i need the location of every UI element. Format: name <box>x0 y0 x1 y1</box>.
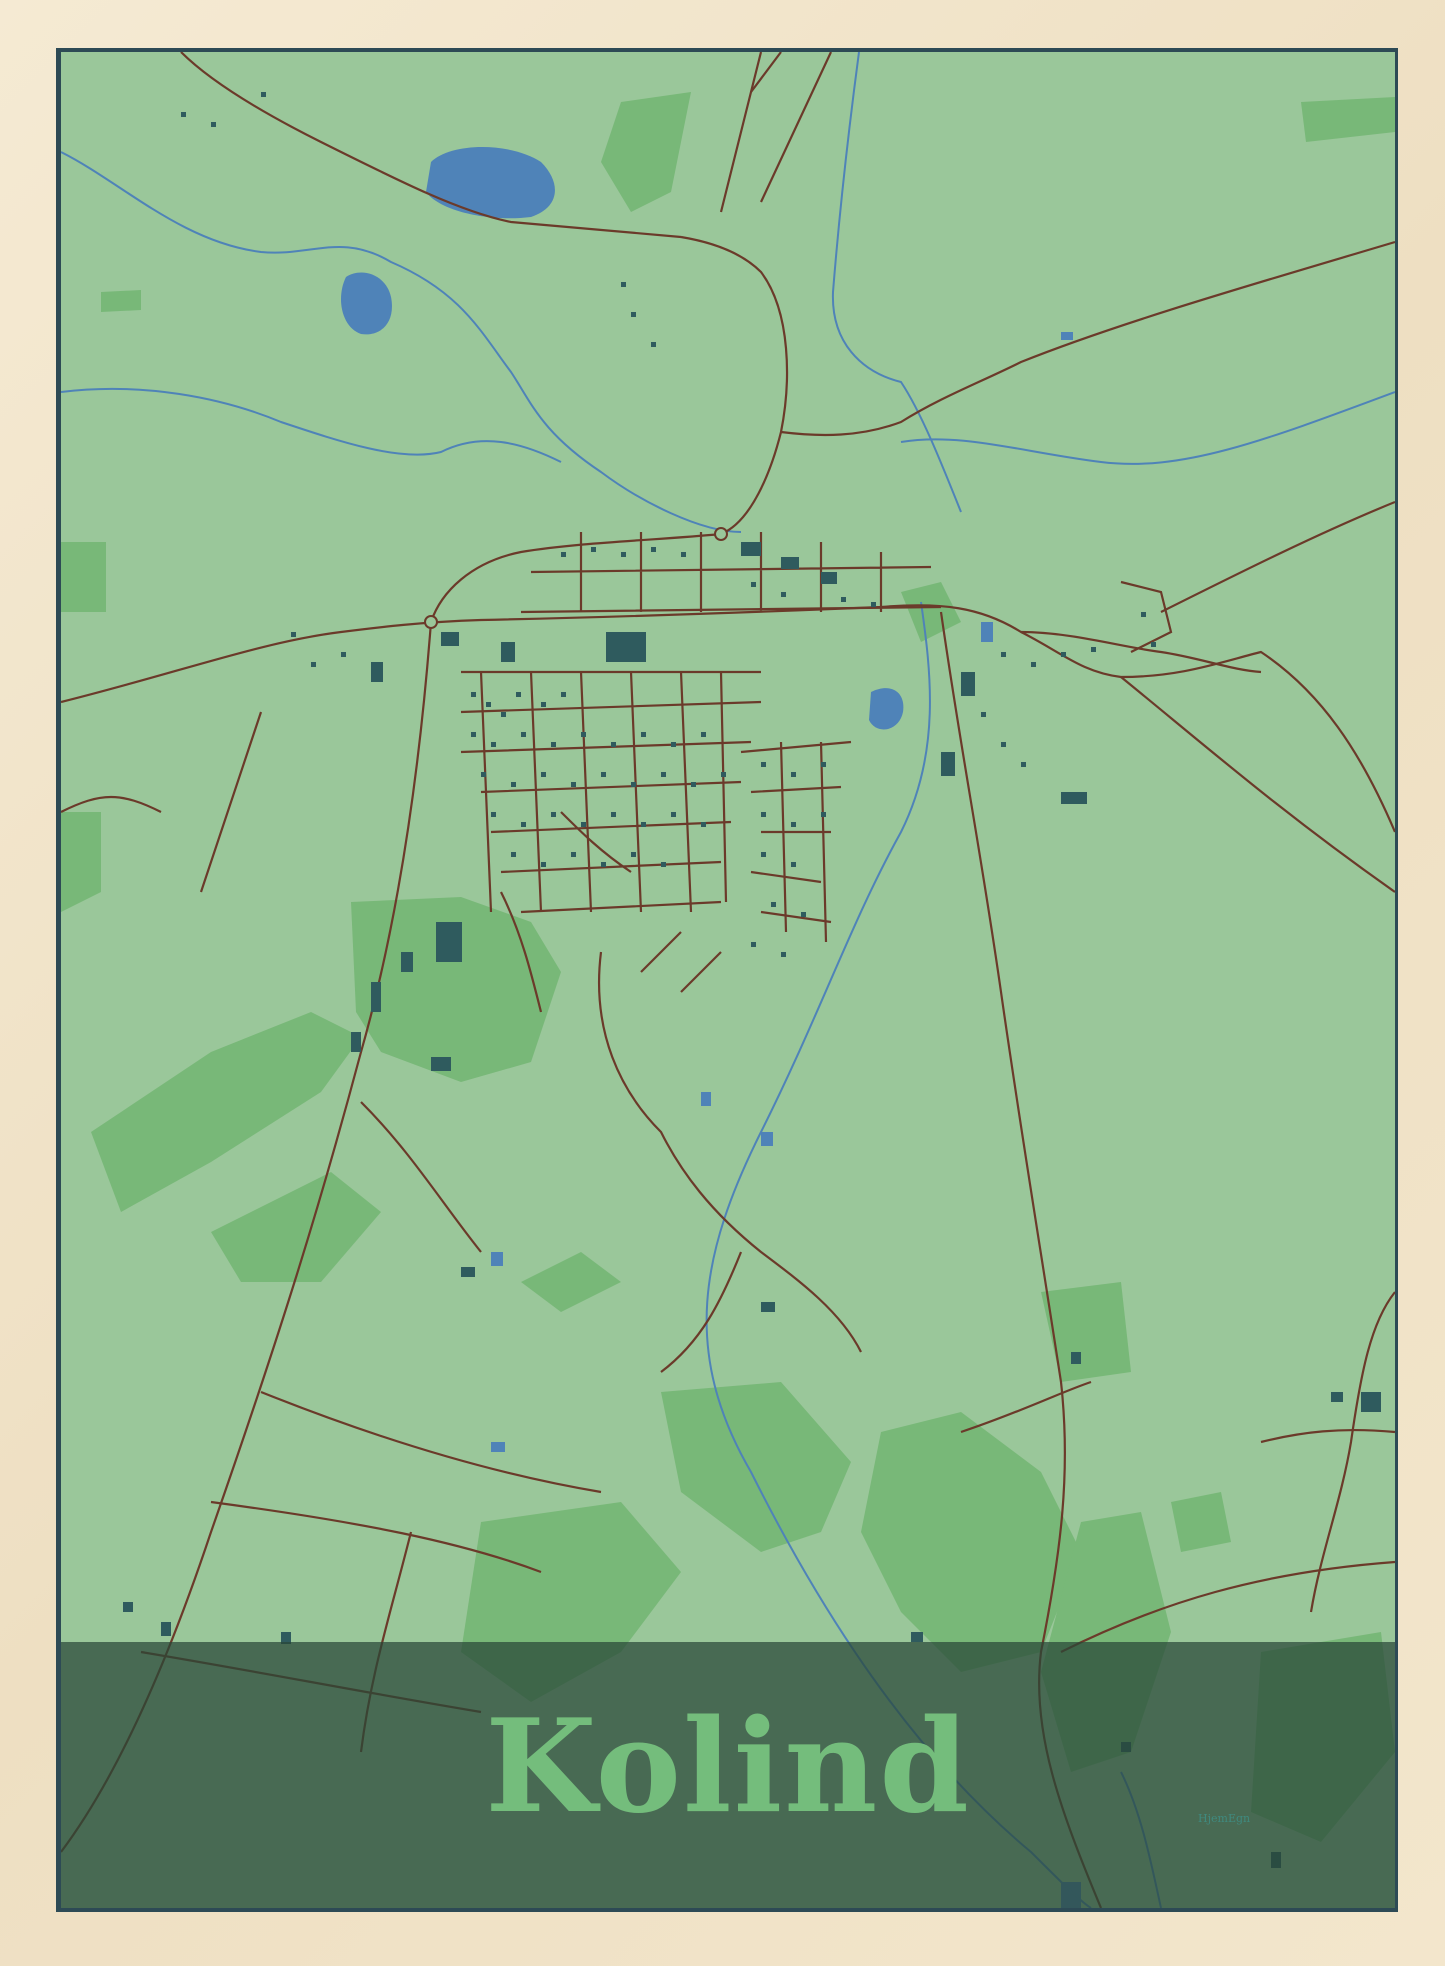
brand-mark: HjemEgn <box>1198 1812 1251 1825</box>
water-layer <box>61 52 1395 1908</box>
poster-title: Kolind <box>485 1692 971 1842</box>
map-canvas <box>61 52 1395 1908</box>
building-layer <box>123 92 1381 1868</box>
map-poster: Kolind HjemEgn <box>61 52 1395 1908</box>
road-layer <box>61 52 1395 1908</box>
forest-layer <box>61 92 1395 1842</box>
roundabout-layer <box>424 527 728 629</box>
